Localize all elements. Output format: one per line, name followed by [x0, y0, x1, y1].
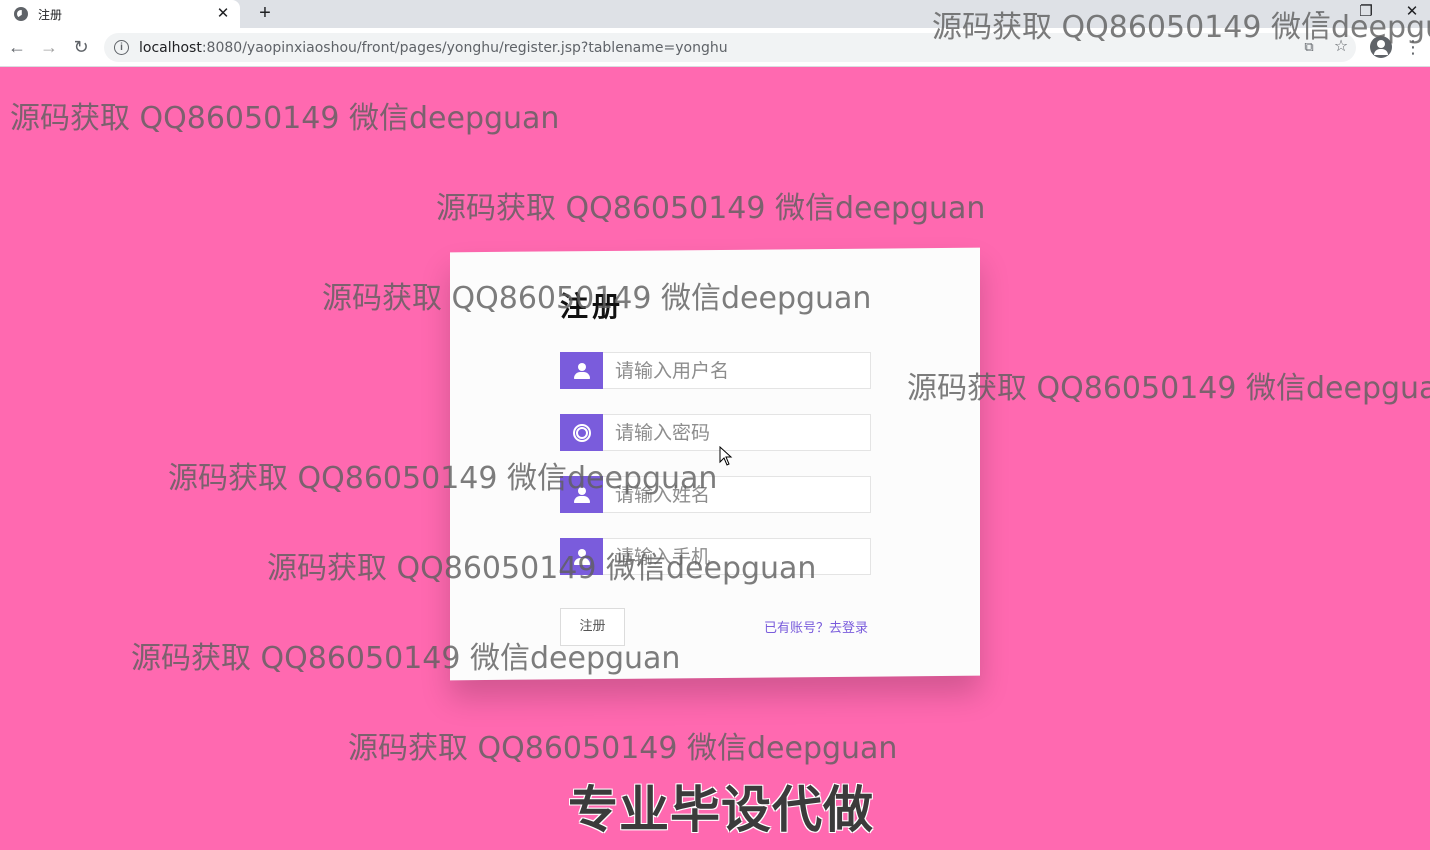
url-path: :8080/yaopinxiaoshou/front/pages/yonghu/…: [201, 39, 728, 56]
url-host: localhost: [139, 39, 202, 56]
globe-icon: [14, 7, 28, 21]
bookmark-star-icon[interactable]: ☆: [1330, 36, 1352, 58]
browser-toolbar: ← → ↻ i localhost:8080/yaopinxiaoshou/fr…: [0, 28, 1430, 67]
register-button[interactable]: 注册: [560, 608, 625, 646]
info-icon[interactable]: i: [114, 40, 129, 55]
page-title: 注册: [560, 290, 625, 323]
browser-tabstrip: 注册 ✕ + – ❐ ✕: [0, 0, 1430, 28]
field-icon-box: [560, 352, 603, 389]
forward-arrow-icon[interactable]: →: [38, 36, 60, 58]
field-icon-box: [560, 476, 603, 513]
reload-icon[interactable]: ↻: [70, 36, 92, 58]
profile-avatar-icon[interactable]: [1370, 36, 1392, 58]
name-field: [560, 476, 871, 513]
back-arrow-icon[interactable]: ←: [6, 36, 28, 58]
close-window-icon[interactable]: ✕: [1402, 2, 1422, 22]
new-tab-button[interactable]: +: [254, 2, 276, 24]
field-icon-box: [560, 538, 603, 575]
tab-title: 注册: [38, 7, 63, 22]
user-icon: [573, 362, 591, 380]
login-link[interactable]: 已有账号？去登录: [764, 617, 868, 636]
mouse-cursor-icon: [719, 446, 733, 466]
close-tab-icon[interactable]: ✕: [214, 5, 232, 23]
translate-icon[interactable]: ⧉: [1298, 36, 1320, 58]
username-input[interactable]: [603, 352, 871, 389]
password-input[interactable]: [603, 414, 871, 451]
restore-icon[interactable]: ❐: [1356, 2, 1376, 22]
menu-dots-icon[interactable]: ⋮: [1402, 36, 1424, 58]
browser-tab[interactable]: 注册 ✕: [0, 0, 240, 28]
phone-field: [560, 538, 871, 575]
user-icon: [573, 548, 591, 566]
address-bar[interactable]: i localhost:8080/yaopinxiaoshou/front/pa…: [104, 33, 1356, 62]
fingerprint-icon: [572, 423, 591, 442]
name-input[interactable]: [603, 476, 871, 513]
field-icon-box: [560, 414, 603, 451]
user-icon: [573, 486, 591, 504]
username-field: [560, 352, 871, 389]
register-card: [450, 247, 980, 681]
url-text[interactable]: localhost:8080/yaopinxiaoshou/front/page…: [139, 40, 728, 56]
phone-input[interactable]: [603, 538, 871, 575]
password-field: [560, 414, 871, 451]
promo-banner: 专业毕设代做: [568, 781, 874, 839]
minimize-icon[interactable]: –: [1310, 2, 1330, 22]
